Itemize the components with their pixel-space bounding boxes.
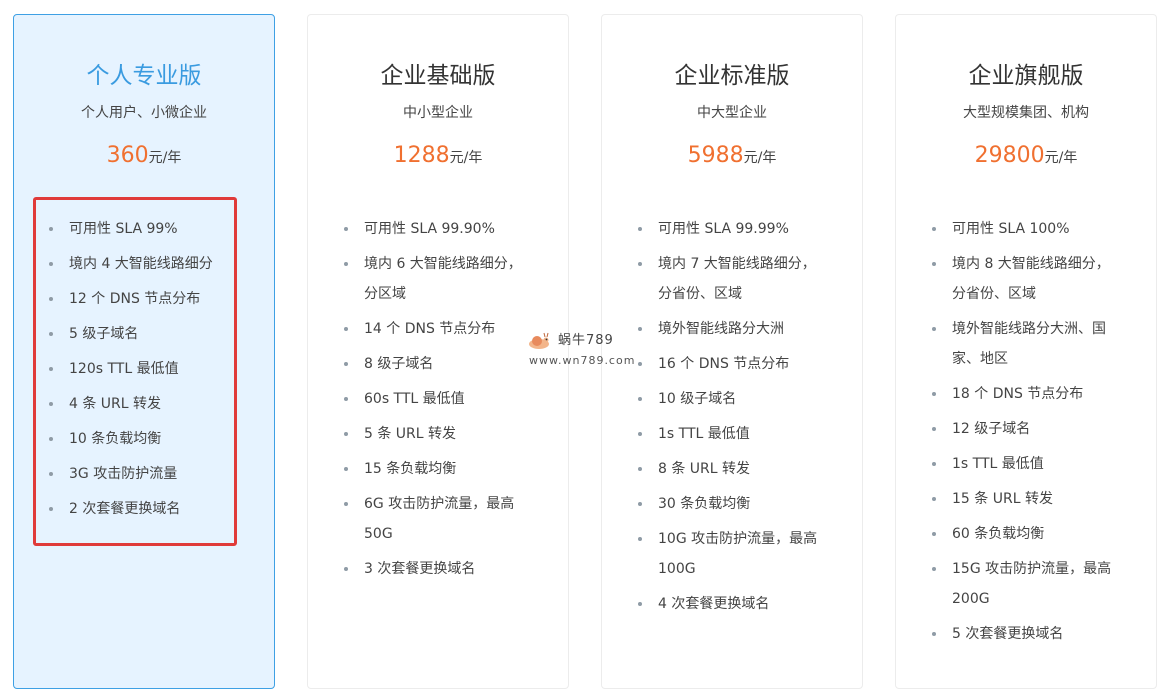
feature-item: 30 条负载均衡 <box>638 489 818 519</box>
feature-item: 15G 攻击防护流量，最高 200G <box>932 554 1112 614</box>
plan-price-row: 1288元/年 <box>308 141 568 173</box>
feature-list: 可用性 SLA 99.99% 境内 7 大智能线路细分，分省份、区域 境外智能线… <box>638 214 818 624</box>
feature-item: 15 条 URL 转发 <box>932 484 1112 514</box>
feature-item: 14 个 DNS 节点分布 <box>344 314 524 344</box>
feature-item: 60 条负载均衡 <box>932 519 1112 549</box>
plan-subtitle: 个人用户、小微企业 <box>81 105 207 121</box>
watermark: 蜗牛789 www.wn789.com <box>525 328 655 372</box>
feature-item: 3 次套餐更换域名 <box>344 554 524 584</box>
feature-item: 16 个 DNS 节点分布 <box>638 349 818 379</box>
feature-item: 境内 7 大智能线路细分，分省份、区域 <box>638 249 818 309</box>
plan-card-enterprise-flagship[interactable]: 企业旗舰版 大型规模集团、机构 29800元/年 可用性 SLA 100% 境内… <box>895 14 1157 689</box>
feature-item: 可用性 SLA 99.99% <box>638 214 818 244</box>
plan-price-unit: 元/年 <box>148 150 182 166</box>
feature-item: 8 级子域名 <box>344 349 524 379</box>
feature-item: 可用性 SLA 100% <box>932 214 1112 244</box>
feature-item: 5 条 URL 转发 <box>344 419 524 449</box>
feature-list: 可用性 SLA 99.90% 境内 6 大智能线路细分，分区域 14 个 DNS… <box>344 214 524 589</box>
watermark-name: 蜗牛789 <box>558 333 614 348</box>
feature-item: 8 条 URL 转发 <box>638 454 818 484</box>
feature-item: 12 级子域名 <box>932 414 1112 444</box>
plan-price-unit: 元/年 <box>1044 150 1078 166</box>
feature-item: 60s TTL 最低值 <box>344 384 524 414</box>
feature-item: 1s TTL 最低值 <box>932 449 1112 479</box>
feature-item: 境外智能线路分大洲、国家、地区 <box>932 314 1112 374</box>
plan-price-row: 360元/年 <box>14 141 274 173</box>
plan-subtitle: 中大型企业 <box>697 105 767 121</box>
feature-item: 4 次套餐更换域名 <box>638 589 818 619</box>
plan-price: 360 <box>106 143 149 168</box>
feature-item: 18 个 DNS 节点分布 <box>932 379 1112 409</box>
plan-title: 企业基础版 <box>380 63 496 89</box>
feature-item: 5 次套餐更换域名 <box>932 619 1112 649</box>
feature-item: 境外智能线路分大洲 <box>638 314 818 344</box>
feature-list: 可用性 SLA 100% 境内 8 大智能线路细分，分省份、区域 境外智能线路分… <box>932 214 1112 654</box>
feature-item: 10G 攻击防护流量，最高 100G <box>638 524 818 584</box>
plan-price: 29800 <box>974 143 1045 168</box>
feature-item: 可用性 SLA 99.90% <box>344 214 524 244</box>
feature-item: 15 条负载均衡 <box>344 454 524 484</box>
plan-price-unit: 元/年 <box>743 150 777 166</box>
plan-price-unit: 元/年 <box>449 150 483 166</box>
feature-item: 6G 攻击防护流量，最高 50G <box>344 489 524 549</box>
feature-item: 境内 6 大智能线路细分，分区域 <box>344 249 524 309</box>
plan-price-row: 5988元/年 <box>602 141 862 173</box>
feature-item: 1s TTL 最低值 <box>638 419 818 449</box>
plan-title: 企业标准版 <box>674 63 790 89</box>
watermark-url: www.wn789.com <box>529 354 636 367</box>
highlight-annotation-box <box>33 197 237 546</box>
snail-icon <box>525 332 551 352</box>
plan-title: 个人专业版 <box>86 63 202 89</box>
feature-item: 10 级子域名 <box>638 384 818 414</box>
plan-subtitle: 大型规模集团、机构 <box>963 105 1089 121</box>
plan-subtitle: 中小型企业 <box>403 105 473 121</box>
plan-title: 企业旗舰版 <box>968 63 1084 89</box>
feature-item: 境内 8 大智能线路细分，分省份、区域 <box>932 249 1112 309</box>
plan-price: 1288 <box>393 143 450 168</box>
plan-price: 5988 <box>687 143 744 168</box>
plan-price-row: 29800元/年 <box>896 141 1156 173</box>
